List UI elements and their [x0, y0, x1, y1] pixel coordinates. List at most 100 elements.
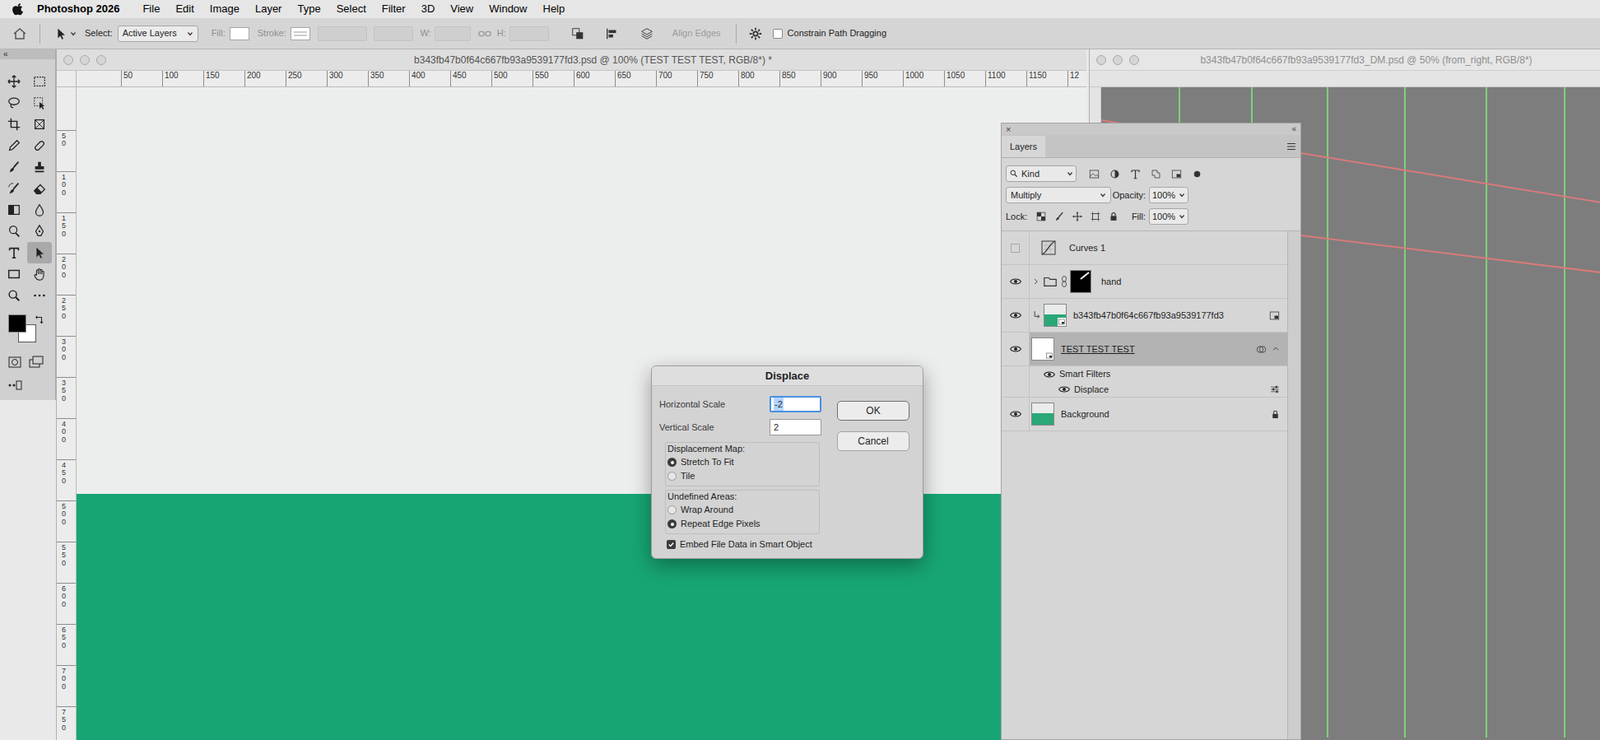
zoom-button[interactable]: [96, 55, 107, 66]
visibility-toggle[interactable]: [1007, 342, 1024, 356]
fill-swatch[interactable]: [229, 27, 250, 41]
visibility-toggle[interactable]: [1042, 368, 1056, 381]
constrain-label[interactable]: Constrain Path Dragging: [787, 26, 887, 41]
stroke-swatch[interactable]: [290, 27, 311, 41]
radio-option[interactable]: Repeat Edge Pixels: [667, 516, 818, 531]
radio-label[interactable]: Repeat Edge Pixels: [680, 516, 761, 531]
tool-button[interactable]: [27, 220, 52, 242]
menu-item[interactable]: Edit: [175, 0, 194, 18]
menu-item[interactable]: File: [142, 0, 160, 18]
radio-button[interactable]: [667, 519, 677, 529]
menu-item[interactable]: Type: [297, 0, 321, 18]
tool-button[interactable]: [27, 199, 52, 221]
tool-button[interactable]: [27, 70, 52, 93]
foreground-color-swatch[interactable]: [8, 314, 27, 333]
tool-button[interactable]: [27, 263, 52, 285]
menu-item[interactable]: 3D: [421, 0, 436, 18]
tool-button[interactable]: [1, 220, 27, 242]
scale-input[interactable]: 2: [769, 418, 822, 436]
visibility-toggle[interactable]: [1057, 383, 1071, 396]
menu-item[interactable]: Select: [336, 0, 367, 18]
tool-button[interactable]: [1, 199, 27, 221]
document-window[interactable]: b343fb47b0f64c667fb93a9539177fd3.psd @ 1…: [55, 49, 1087, 740]
layer-name[interactable]: Displace: [1074, 382, 1109, 397]
layer-row[interactable]: TEST TEST TEST: [1001, 332, 1288, 367]
radio-label[interactable]: Wrap Around: [680, 502, 734, 517]
app-menu[interactable]: Photoshop 2026: [37, 0, 120, 18]
collapse-panel-button[interactable]: «: [1291, 125, 1297, 134]
layer-body[interactable]: hand: [1029, 265, 1288, 298]
layer-name[interactable]: Background: [1060, 407, 1110, 422]
expand-toggle[interactable]: [1031, 276, 1042, 287]
layer-body[interactable]: Curves 1: [1029, 231, 1288, 265]
tool-button[interactable]: [27, 241, 52, 264]
layer-row[interactable]: Background: [1001, 397, 1288, 432]
menu-item[interactable]: Help: [543, 0, 566, 18]
tool-button[interactable]: [1, 113, 27, 135]
layer-name[interactable]: Curves 1: [1069, 241, 1106, 256]
opacity-field[interactable]: 100%: [1148, 186, 1189, 204]
radio-option[interactable]: Tile: [667, 469, 818, 484]
layer-body[interactable]: Background: [1029, 397, 1288, 431]
zoom-button[interactable]: [1129, 55, 1140, 66]
constrain-checkbox[interactable]: [772, 28, 783, 39]
layer-body[interactable]: b343fb47b0f64c667fb93a9539177fd3: [1029, 298, 1288, 332]
horizontal-ruler[interactable]: 5010015020025030035040045050055060065070…: [76, 70, 1087, 87]
document-title-bar[interactable]: b343fb47b0f64c667fb93a9539177fd3_DM.psd …: [1089, 49, 1600, 71]
menu-item[interactable]: Layer: [255, 0, 283, 18]
layer-row[interactable]: Curves 1: [1001, 231, 1288, 266]
radio-button[interactable]: [667, 505, 677, 515]
scrollbar[interactable]: [1287, 231, 1301, 740]
layer-name[interactable]: TEST TEST TEST: [1060, 342, 1135, 357]
tool-button[interactable]: [1, 241, 27, 264]
menu-item[interactable]: Window: [488, 0, 527, 18]
visibility-toggle[interactable]: [1007, 407, 1024, 421]
tool-button[interactable]: [1, 92, 27, 114]
visibility-toggle[interactable]: [1007, 241, 1024, 255]
tool-button[interactable]: [27, 113, 52, 135]
tool-button[interactable]: [1, 177, 27, 200]
visibility-toggle[interactable]: [1007, 308, 1024, 322]
embed-label[interactable]: Embed File Data in Smart Object: [679, 537, 813, 552]
tool-preset-picker[interactable]: [53, 26, 77, 42]
vertical-ruler[interactable]: 5010015020025030035040045050055060065070…: [56, 87, 77, 740]
close-button[interactable]: [63, 55, 74, 66]
radio-button[interactable]: [667, 471, 677, 481]
collapse-button[interactable]: «: [3, 50, 9, 59]
close-button[interactable]: [1096, 55, 1107, 66]
radio-label[interactable]: Stretch To Fit: [680, 455, 735, 470]
layer-name[interactable]: b343fb47b0f64c667fb93a9539177fd3: [1073, 308, 1224, 323]
cancel-button[interactable]: Cancel: [837, 431, 910, 452]
layers-tab[interactable]: Layers: [1001, 135, 1046, 158]
minimize-button[interactable]: [79, 55, 90, 66]
layer-body[interactable]: Displace: [1029, 381, 1288, 397]
menu-item[interactable]: Filter: [381, 0, 406, 18]
ok-button[interactable]: OK: [837, 400, 910, 421]
tool-button[interactable]: [27, 177, 52, 200]
fill-field[interactable]: 100%: [1148, 208, 1189, 225]
menu-item[interactable]: View: [450, 0, 474, 18]
document-title-bar[interactable]: b343fb47b0f64c667fb93a9539177fd3.psd @ 1…: [56, 49, 1087, 71]
menu-item[interactable]: Image: [209, 0, 240, 18]
visibility-toggle[interactable]: [1007, 274, 1024, 289]
layer-name[interactable]: Smart Filters: [1059, 367, 1111, 382]
color-swatches[interactable]: [8, 314, 56, 351]
layer-body[interactable]: TEST TEST TEST: [1029, 332, 1288, 366]
tool-button[interactable]: [1, 156, 27, 178]
document-canvas[interactable]: [76, 87, 1087, 740]
horizontal-ruler[interactable]: [1089, 70, 1600, 88]
align-edges-option[interactable]: Align Edges: [672, 26, 721, 41]
layer-row[interactable]: Displace: [1001, 381, 1288, 398]
layer-name[interactable]: hand: [1101, 274, 1121, 289]
tool-button[interactable]: [1, 134, 27, 157]
expand-toggle[interactable]: [1270, 344, 1281, 354]
tool-button[interactable]: [27, 92, 52, 114]
tool-button[interactable]: [27, 156, 52, 178]
layer-row[interactable]: b343fb47b0f64c667fb93a9539177fd3: [1001, 298, 1288, 333]
radio-label[interactable]: Tile: [680, 469, 695, 484]
layer-row[interactable]: Smart Filters: [1001, 366, 1288, 382]
radio-option[interactable]: Wrap Around: [667, 502, 818, 517]
minimize-button[interactable]: [1112, 55, 1123, 66]
layer-body[interactable]: Smart Filters: [1029, 366, 1288, 382]
select-dropdown[interactable]: Active Layers: [117, 25, 199, 42]
